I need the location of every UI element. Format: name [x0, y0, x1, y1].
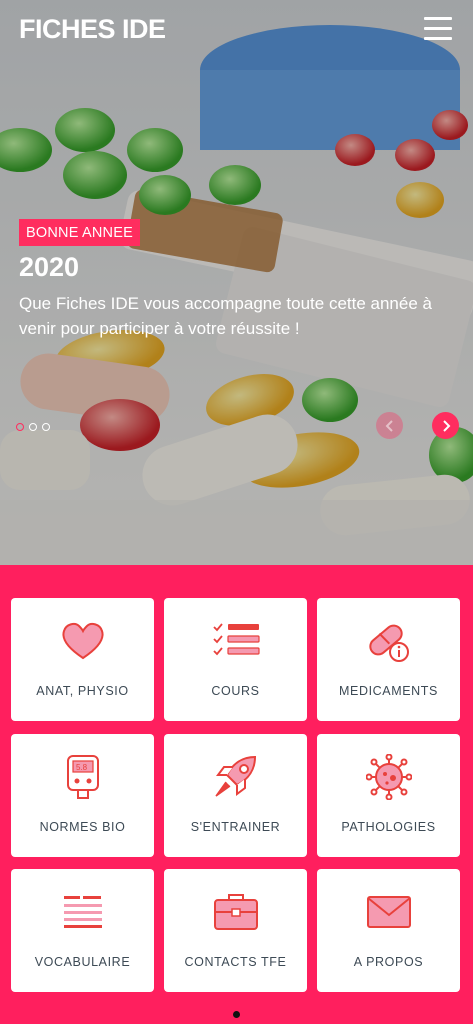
hamburger-menu-icon[interactable] [424, 17, 452, 41]
carousel-dot-2[interactable] [29, 423, 37, 431]
envelope-icon [366, 896, 411, 928]
tile-pathologies[interactable]: PATHOLOGIES [317, 734, 460, 857]
carousel-next-button[interactable] [432, 412, 459, 439]
tile-label: CONTACTS TFE [184, 955, 287, 969]
tile-label: PATHOLOGIES [341, 820, 436, 834]
briefcase-icon [213, 894, 258, 930]
svg-text:5.8: 5.8 [76, 763, 88, 772]
text-lines-icon [63, 896, 102, 928]
pill-info-icon [368, 624, 409, 662]
tile-cours[interactable]: COURS [164, 598, 307, 721]
tile-s-entrainer[interactable]: S'ENTRAINER [164, 734, 307, 857]
rocket-icon [214, 755, 256, 797]
tile-label: NORMES BIO [39, 820, 126, 834]
tile-label: VOCABULAIRE [34, 955, 131, 969]
carousel-indicators [16, 423, 50, 431]
tile-label: S'ENTRAINER [190, 820, 281, 834]
app-title: FICHES IDE [19, 14, 166, 44]
chevron-left-icon [385, 419, 393, 432]
heart-icon [62, 622, 103, 660]
carousel-dot-1[interactable] [16, 423, 24, 431]
tile-contacts-tfe[interactable]: CONTACTS TFE [164, 869, 307, 992]
tile-label: A PROPOS [353, 955, 424, 969]
carousel-dot-3[interactable] [42, 423, 50, 431]
chevron-right-icon [442, 419, 450, 432]
page-indicator-dot [233, 1011, 240, 1018]
tile-label: COURS [211, 684, 260, 698]
tile-label: ANAT, PHYSIO [36, 684, 129, 698]
tile-normes-bio[interactable]: 5.8 NORMES BIO [11, 734, 154, 857]
carousel-prev-button[interactable] [376, 412, 403, 439]
checklist-icon [212, 623, 260, 656]
tile-label: MEDICAMENTS [339, 684, 438, 698]
tile-anat-physio[interactable]: ANAT, PHYSIO [11, 598, 154, 721]
slide-text: Que Fiches IDE vous accompagne toute cet… [19, 294, 432, 338]
hero-carousel[interactable]: FICHES IDE BONNE ANNEE 2020 Que Fiches I… [0, 0, 473, 565]
tile-a-propos[interactable]: A PROPOS [317, 869, 460, 992]
virus-icon [365, 754, 412, 800]
tile-vocabulaire[interactable]: VOCABULAIRE [11, 869, 154, 992]
tile-medicaments[interactable]: MEDICAMENTS [317, 598, 460, 721]
glucometer-icon: 5.8 [66, 755, 99, 799]
slide-badge: BONNE ANNEE [19, 219, 140, 246]
slide-headline: 2020 [19, 252, 80, 282]
